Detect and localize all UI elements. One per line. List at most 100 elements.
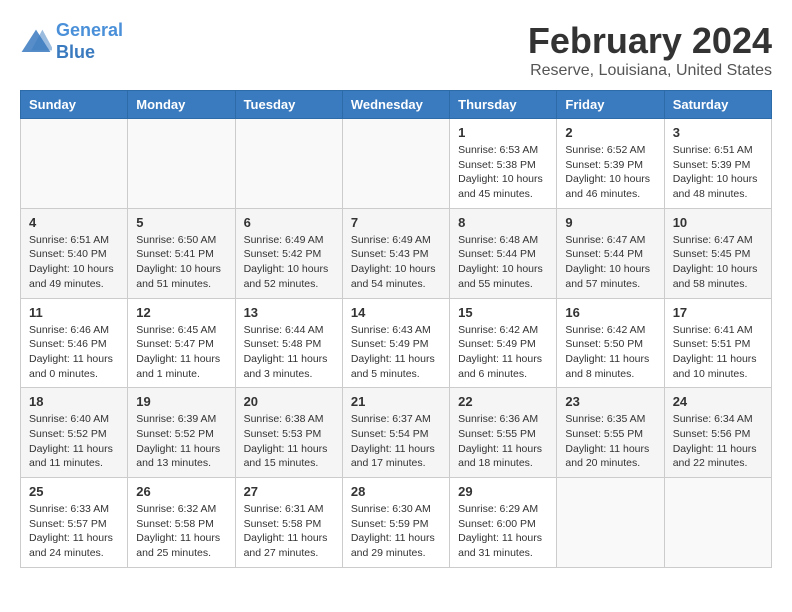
- day-info: Sunrise: 6:33 AMSunset: 5:57 PMDaylight:…: [29, 502, 119, 561]
- calendar-week-row: 1Sunrise: 6:53 AMSunset: 5:38 PMDaylight…: [21, 119, 772, 209]
- calendar-cell: 12Sunrise: 6:45 AMSunset: 5:47 PMDayligh…: [128, 298, 235, 388]
- calendar-cell: 16Sunrise: 6:42 AMSunset: 5:50 PMDayligh…: [557, 298, 664, 388]
- main-title: February 2024: [528, 20, 772, 62]
- logo-text: General Blue: [56, 20, 123, 63]
- calendar-cell: 27 Sunrise: 6:31 AMSunset: 5:58 PMDayligh…: [235, 478, 342, 568]
- calendar-cell: [342, 119, 449, 209]
- day-info: Sunrise: 6:40 AMSunset: 5:52 PMDaylight:…: [29, 412, 119, 471]
- calendar-cell: [128, 119, 235, 209]
- day-info: Sunrise: 6:41 AMSunset: 5:51 PMDaylight:…: [673, 323, 763, 382]
- day-info: Sunrise: 6:39 AMSunset: 5:52 PMDaylight:…: [136, 412, 226, 471]
- calendar-cell: [21, 119, 128, 209]
- day-number: 28: [351, 484, 441, 499]
- calendar-cell: 19Sunrise: 6:39 AMSunset: 5:52 PMDayligh…: [128, 388, 235, 478]
- calendar-cell: 17Sunrise: 6:41 AMSunset: 5:51 PMDayligh…: [664, 298, 771, 388]
- calendar-cell: 9 Sunrise: 6:47 AMSunset: 5:44 PMDaylight…: [557, 208, 664, 298]
- calendar-cell: [664, 478, 771, 568]
- day-number: 14: [351, 305, 441, 320]
- day-number: 18: [29, 394, 119, 409]
- day-number: 15: [458, 305, 548, 320]
- day-header-wednesday: Wednesday: [342, 91, 449, 119]
- calendar-cell: 21 Sunrise: 6:37 AMSunset: 5:54 PMDayligh…: [342, 388, 449, 478]
- calendar-week-row: 11Sunrise: 6:46 AMSunset: 5:46 PMDayligh…: [21, 298, 772, 388]
- day-number: 10: [673, 215, 763, 230]
- day-number: 21: [351, 394, 441, 409]
- day-number: 29: [458, 484, 548, 499]
- day-info: Sunrise: 6:44 AMSunset: 5:48 PMDaylight:…: [244, 323, 334, 382]
- day-info: Sunrise: 6:48 AMSunset: 5:44 PMDaylight:…: [458, 233, 548, 292]
- calendar-cell: 29Sunrise: 6:29 AMSunset: 6:00 PMDayligh…: [450, 478, 557, 568]
- calendar-cell: 23 Sunrise: 6:35 AMSunset: 5:55 PMDayligh…: [557, 388, 664, 478]
- day-info: Sunrise: 6:42 AMSunset: 5:50 PMDaylight:…: [565, 323, 655, 382]
- calendar-cell: 22 Sunrise: 6:36 AMSunset: 5:55 PMDayligh…: [450, 388, 557, 478]
- calendar-cell: 13 Sunrise: 6:44 AMSunset: 5:48 PMDayligh…: [235, 298, 342, 388]
- day-number: 7: [351, 215, 441, 230]
- calendar-cell: 5 Sunrise: 6:50 AMSunset: 5:41 PMDaylight…: [128, 208, 235, 298]
- day-header-monday: Monday: [128, 91, 235, 119]
- calendar-cell: 11Sunrise: 6:46 AMSunset: 5:46 PMDayligh…: [21, 298, 128, 388]
- day-number: 20: [244, 394, 334, 409]
- calendar-cell: 15 Sunrise: 6:42 AMSunset: 5:49 PMDayligh…: [450, 298, 557, 388]
- day-header-friday: Friday: [557, 91, 664, 119]
- calendar-cell: 1Sunrise: 6:53 AMSunset: 5:38 PMDaylight…: [450, 119, 557, 209]
- day-number: 23: [565, 394, 655, 409]
- day-header-tuesday: Tuesday: [235, 91, 342, 119]
- logo: General Blue: [20, 20, 123, 63]
- calendar-cell: 7 Sunrise: 6:49 AMSunset: 5:43 PMDaylight…: [342, 208, 449, 298]
- calendar-cell: 25 Sunrise: 6:33 AMSunset: 5:57 PMDayligh…: [21, 478, 128, 568]
- title-section: February 2024 Reserve, Louisiana, United…: [528, 20, 772, 80]
- day-header-saturday: Saturday: [664, 91, 771, 119]
- calendar-cell: 3 Sunrise: 6:51 AMSunset: 5:39 PMDaylight…: [664, 119, 771, 209]
- calendar-cell: [557, 478, 664, 568]
- day-number: 1: [458, 125, 548, 140]
- day-info: Sunrise: 6:47 AMSunset: 5:44 PMDaylight:…: [565, 233, 655, 292]
- calendar-cell: 20 Sunrise: 6:38 AMSunset: 5:53 PMDayligh…: [235, 388, 342, 478]
- calendar-week-row: 4 Sunrise: 6:51 AMSunset: 5:40 PMDaylight…: [21, 208, 772, 298]
- day-info: Sunrise: 6:46 AMSunset: 5:46 PMDaylight:…: [29, 323, 119, 382]
- day-number: 2: [565, 125, 655, 140]
- day-info: Sunrise: 6:37 AMSunset: 5:54 PMDaylight:…: [351, 412, 441, 471]
- day-number: 9: [565, 215, 655, 230]
- day-number: 22: [458, 394, 548, 409]
- calendar-header-row: SundayMondayTuesdayWednesdayThursdayFrid…: [21, 91, 772, 119]
- day-info: Sunrise: 6:49 AMSunset: 5:42 PMDaylight:…: [244, 233, 334, 292]
- calendar-cell: 6Sunrise: 6:49 AMSunset: 5:42 PMDaylight…: [235, 208, 342, 298]
- day-number: 25: [29, 484, 119, 499]
- day-info: Sunrise: 6:51 AMSunset: 5:40 PMDaylight:…: [29, 233, 119, 292]
- day-number: 26: [136, 484, 226, 499]
- calendar-table: SundayMondayTuesdayWednesdayThursdayFrid…: [20, 90, 772, 568]
- calendar-cell: 14Sunrise: 6:43 AMSunset: 5:49 PMDayligh…: [342, 298, 449, 388]
- calendar-cell: 4 Sunrise: 6:51 AMSunset: 5:40 PMDaylight…: [21, 208, 128, 298]
- day-number: 24: [673, 394, 763, 409]
- day-number: 3: [673, 125, 763, 140]
- page-header: General Blue February 2024 Reserve, Loui…: [20, 20, 772, 80]
- day-header-sunday: Sunday: [21, 91, 128, 119]
- day-number: 5: [136, 215, 226, 230]
- day-info: Sunrise: 6:32 AMSunset: 5:58 PMDaylight:…: [136, 502, 226, 561]
- calendar-cell: 28 Sunrise: 6:30 AMSunset: 5:59 PMDayligh…: [342, 478, 449, 568]
- day-info: Sunrise: 6:38 AMSunset: 5:53 PMDaylight:…: [244, 412, 334, 471]
- logo-icon: [20, 28, 52, 56]
- day-info: Sunrise: 6:31 AMSunset: 5:58 PMDaylight:…: [244, 502, 334, 561]
- day-number: 8: [458, 215, 548, 230]
- day-info: Sunrise: 6:47 AMSunset: 5:45 PMDaylight:…: [673, 233, 763, 292]
- day-info: Sunrise: 6:52 AMSunset: 5:39 PMDaylight:…: [565, 143, 655, 202]
- day-number: 13: [244, 305, 334, 320]
- day-number: 27: [244, 484, 334, 499]
- calendar-cell: 26 Sunrise: 6:32 AMSunset: 5:58 PMDayligh…: [128, 478, 235, 568]
- day-number: 4: [29, 215, 119, 230]
- day-info: Sunrise: 6:35 AMSunset: 5:55 PMDaylight:…: [565, 412, 655, 471]
- calendar-week-row: 25 Sunrise: 6:33 AMSunset: 5:57 PMDayligh…: [21, 478, 772, 568]
- day-info: Sunrise: 6:42 AMSunset: 5:49 PMDaylight:…: [458, 323, 548, 382]
- calendar-cell: 18 Sunrise: 6:40 AMSunset: 5:52 PMDayligh…: [21, 388, 128, 478]
- day-info: Sunrise: 6:49 AMSunset: 5:43 PMDaylight:…: [351, 233, 441, 292]
- calendar-cell: [235, 119, 342, 209]
- day-info: Sunrise: 6:36 AMSunset: 5:55 PMDaylight:…: [458, 412, 548, 471]
- day-info: Sunrise: 6:34 AMSunset: 5:56 PMDaylight:…: [673, 412, 763, 471]
- day-info: Sunrise: 6:50 AMSunset: 5:41 PMDaylight:…: [136, 233, 226, 292]
- calendar-cell: 8 Sunrise: 6:48 AMSunset: 5:44 PMDaylight…: [450, 208, 557, 298]
- day-info: Sunrise: 6:45 AMSunset: 5:47 PMDaylight:…: [136, 323, 226, 382]
- day-info: Sunrise: 6:30 AMSunset: 5:59 PMDaylight:…: [351, 502, 441, 561]
- day-info: Sunrise: 6:51 AMSunset: 5:39 PMDaylight:…: [673, 143, 763, 202]
- day-header-thursday: Thursday: [450, 91, 557, 119]
